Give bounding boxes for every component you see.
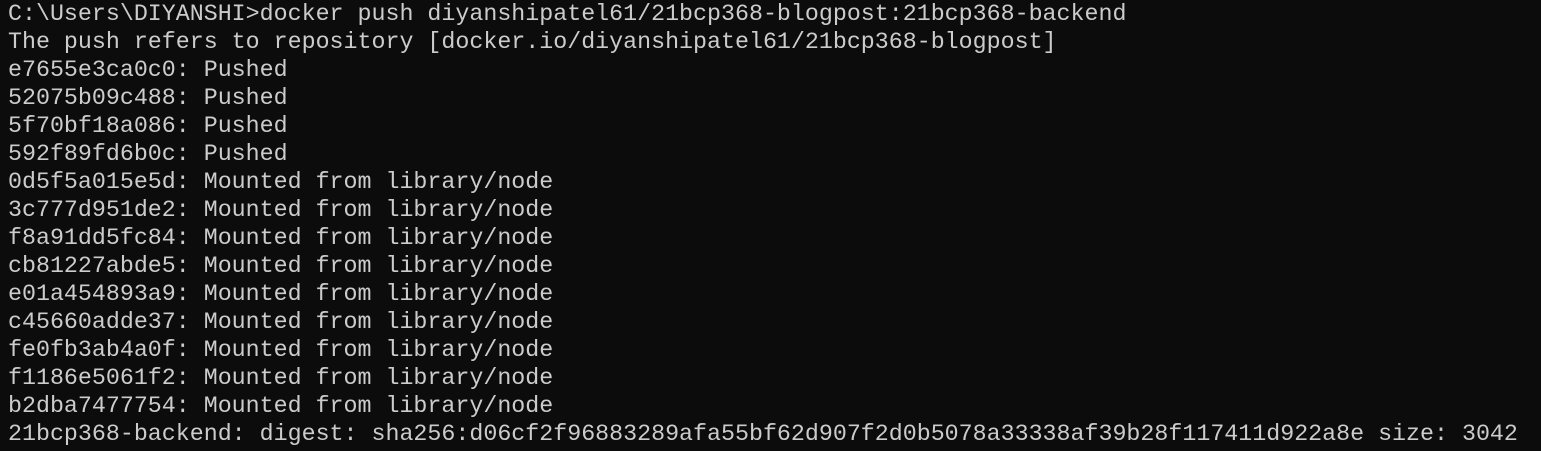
layer-status-line: f1186e5061f2: Mounted from library/node — [8, 365, 554, 391]
layer-status-line: c45660adde37: Mounted from library/node — [8, 309, 554, 335]
layer-status-line: fe0fb3ab4a0f: Mounted from library/node — [8, 337, 554, 363]
command-line: C:\Users\DIYANSHI>docker push diyanshipa… — [8, 1, 1127, 27]
layer-status-line: 0d5f5a015e5d: Mounted from library/node — [8, 169, 554, 195]
layer-status-line: e01a454893a9: Mounted from library/node — [8, 281, 554, 307]
layer-status-line: b2dba7477754: Mounted from library/node — [8, 393, 554, 419]
layer-status-line: 52075b09c488: Pushed — [8, 85, 288, 111]
digest-line: 21bcp368-backend: digest: sha256:d06cf2f… — [8, 421, 1518, 447]
layer-status-line: 5f70bf18a086: Pushed — [8, 113, 288, 139]
layer-status-line: 592f89fd6b0c: Pushed — [8, 141, 288, 167]
output-line: The push refers to repository [docker.io… — [8, 29, 1057, 55]
layer-status-line: f8a91dd5fc84: Mounted from library/node — [8, 225, 554, 251]
layer-status-line: 3c777d951de2: Mounted from library/node — [8, 197, 554, 223]
terminal-output[interactable]: C:\Users\DIYANSHI>docker push diyanshipa… — [0, 0, 1541, 448]
layer-status-line: e7655e3ca0c0: Pushed — [8, 57, 288, 83]
layer-status-line: cb81227abde5: Mounted from library/node — [8, 253, 554, 279]
